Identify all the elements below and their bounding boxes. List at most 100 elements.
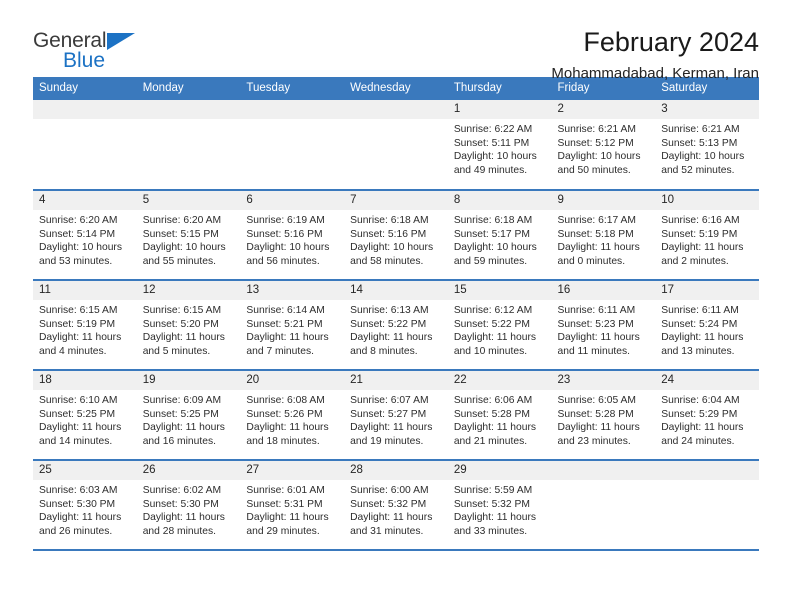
daylight-hours-text: Daylight: 10 hours (350, 242, 434, 254)
daylight-hours-text: Daylight: 11 hours (557, 242, 640, 254)
calendar-day-cell[interactable]: 23 Sunrise: 6:05 AM Sunset: 5:28 PM Dayligh… (551, 370, 656, 461)
sunset-text: Sunset: 5:30 PM (142, 498, 219, 510)
calendar-day-cell[interactable]: 16 Sunrise: 6:11 AM Sunset: 5:23 PM Dayligh… (551, 280, 656, 371)
calendar-day-cell[interactable]: 9 Sunrise: 6:17 AM Sunset: 5:18 PM Daylight… (551, 190, 656, 281)
daylight-hours-text: Daylight: 11 hours (557, 422, 640, 434)
day-number: 12 (136, 281, 241, 300)
day-details (344, 119, 448, 187)
daylight-minutes-text: and 2 minutes. (661, 255, 729, 267)
calendar-day-cell[interactable]: 29 Sunrise: 5:59 AM Sunset: 5:32 PM Dayligh… (447, 460, 552, 551)
daylight-minutes-text: and 50 minutes. (557, 164, 631, 176)
calendar-day-cell[interactable]: 10 Sunrise: 6:16 AM Sunset: 5:19 PM Dayligh… (655, 190, 759, 281)
daylight-minutes-text: and 55 minutes. (142, 255, 216, 267)
sunset-text: Sunset: 5:11 PM (453, 137, 530, 149)
sunrise-text: Sunrise: 6:16 AM (661, 215, 740, 226)
calendar-day-cell[interactable]: 1 Sunrise: 6:22 AM Sunset: 5:11 PM Daylight… (447, 100, 552, 191)
day-details: Sunrise: 6:01 AM Sunset: 5:31 PM Daylight:… (240, 480, 345, 539)
logo-general-label: General (33, 29, 107, 52)
sunrise-text: Sunrise: 6:21 AM (661, 124, 740, 135)
sunrise-text: Sunrise: 6:13 AM (350, 305, 429, 316)
calendar-day-cell[interactable]: 19 Sunrise: 6:09 AM Sunset: 5:25 PM Dayligh… (136, 370, 241, 461)
sunset-text: Sunset: 5:22 PM (350, 318, 427, 330)
sunset-text: Sunset: 5:17 PM (453, 228, 530, 240)
daylight-hours-text: Daylight: 11 hours (453, 512, 537, 524)
sunset-text: Sunset: 5:13 PM (661, 137, 738, 149)
calendar-day-cell[interactable]: 3 Sunrise: 6:21 AM Sunset: 5:13 PM Daylight… (655, 100, 759, 191)
calendar-day-cell[interactable]: 14 Sunrise: 6:13 AM Sunset: 5:22 PM Dayligh… (344, 280, 448, 371)
calendar-cell-empty (240, 100, 345, 191)
day-details: Sunrise: 6:20 AM Sunset: 5:15 PM Daylight:… (136, 210, 241, 269)
day-details: Sunrise: 6:15 AM Sunset: 5:19 PM Daylight:… (33, 300, 137, 359)
day-number: 13 (240, 281, 345, 300)
daylight-minutes-text: and 11 minutes. (557, 345, 631, 357)
calendar-day-cell[interactable]: 28 Sunrise: 6:00 AM Sunset: 5:32 PM Dayligh… (344, 460, 448, 551)
day-number: 4 (33, 191, 137, 210)
calendar-day-cell[interactable]: 25 Sunrise: 6:03 AM Sunset: 5:30 PM Dayligh… (33, 460, 137, 551)
sunrise-text: Sunrise: 6:20 AM (39, 215, 118, 226)
calendar-day-cell[interactable]: 26 Sunrise: 6:02 AM Sunset: 5:30 PM Dayligh… (136, 460, 241, 551)
sunrise-text: Sunrise: 6:03 AM (39, 485, 118, 496)
daylight-hours-text: Daylight: 11 hours (142, 422, 225, 434)
daylight-minutes-text: and 21 minutes. (453, 435, 528, 447)
calendar-day-cell[interactable]: 27 Sunrise: 6:01 AM Sunset: 5:31 PM Dayligh… (240, 460, 345, 551)
calendar-day-cell[interactable]: 12 Sunrise: 6:15 AM Sunset: 5:20 PM Dayligh… (136, 280, 241, 371)
day-details: Sunrise: 6:15 AM Sunset: 5:20 PM Daylight:… (136, 300, 241, 359)
daylight-hours-text: Daylight: 10 hours (557, 151, 641, 163)
weekday-header-wednesday: Wednesday (344, 77, 448, 100)
calendar-day-cell[interactable]: 11 Sunrise: 6:15 AM Sunset: 5:19 PM Dayligh… (33, 280, 137, 371)
sunrise-text: Sunrise: 6:07 AM (350, 395, 429, 406)
daylight-hours-text: Daylight: 11 hours (246, 332, 329, 344)
sunrise-text: Sunrise: 6:05 AM (557, 395, 636, 406)
day-details: Sunrise: 6:19 AM Sunset: 5:16 PM Daylight:… (240, 210, 345, 269)
calendar-day-cell[interactable]: 5 Sunrise: 6:20 AM Sunset: 5:15 PM Daylight… (136, 190, 241, 281)
day-number: 18 (33, 371, 137, 390)
day-number: 29 (447, 461, 552, 480)
daylight-hours-text: Daylight: 11 hours (661, 422, 744, 434)
sunrise-text: Sunrise: 6:17 AM (557, 215, 636, 226)
sunrise-text: Sunrise: 6:15 AM (142, 305, 222, 316)
calendar-day-cell[interactable]: 6 Sunrise: 6:19 AM Sunset: 5:16 PM Daylight… (240, 190, 345, 281)
day-number: 14 (344, 281, 448, 300)
day-number (240, 100, 345, 119)
daylight-minutes-text: and 14 minutes. (39, 435, 113, 447)
calendar-day-cell[interactable]: 17 Sunrise: 6:11 AM Sunset: 5:24 PM Dayligh… (655, 280, 759, 371)
day-number (136, 100, 241, 119)
daylight-minutes-text: and 53 minutes. (39, 255, 113, 267)
calendar-day-cell[interactable]: 21 Sunrise: 6:07 AM Sunset: 5:27 PM Dayligh… (344, 370, 448, 461)
calendar-day-cell[interactable]: 7 Sunrise: 6:18 AM Sunset: 5:16 PM Daylight… (344, 190, 448, 281)
daylight-minutes-text: and 59 minutes. (453, 255, 528, 267)
sunrise-text: Sunrise: 6:18 AM (350, 215, 429, 226)
daylight-minutes-text: and 10 minutes. (453, 345, 528, 357)
daylight-minutes-text: and 49 minutes. (453, 164, 528, 176)
sunrise-text: Sunrise: 6:04 AM (661, 395, 740, 406)
day-number: 20 (240, 371, 345, 390)
sunset-text: Sunset: 5:21 PM (246, 318, 323, 330)
day-number: 3 (655, 100, 759, 119)
day-details: Sunrise: 6:03 AM Sunset: 5:30 PM Daylight:… (33, 480, 137, 539)
daylight-minutes-text: and 8 minutes. (350, 345, 418, 357)
daylight-hours-text: Daylight: 10 hours (453, 242, 537, 254)
calendar-day-cell[interactable]: 20 Sunrise: 6:08 AM Sunset: 5:26 PM Dayligh… (240, 370, 345, 461)
calendar-day-cell[interactable]: 2 Sunrise: 6:21 AM Sunset: 5:12 PM Daylight… (551, 100, 656, 191)
calendar-day-cell[interactable]: 4 Sunrise: 6:20 AM Sunset: 5:14 PM Daylight… (33, 190, 137, 281)
calendar-day-cell[interactable]: 22 Sunrise: 6:06 AM Sunset: 5:28 PM Dayligh… (447, 370, 552, 461)
daylight-minutes-text: and 26 minutes. (39, 525, 113, 537)
daylight-hours-text: Daylight: 11 hours (350, 422, 433, 434)
calendar-day-cell[interactable]: 8 Sunrise: 6:18 AM Sunset: 5:17 PM Daylight… (447, 190, 552, 281)
sunset-text: Sunset: 5:25 PM (39, 408, 116, 420)
day-details (551, 480, 656, 548)
daylight-hours-text: Daylight: 11 hours (142, 512, 225, 524)
daylight-minutes-text: and 31 minutes. (350, 525, 424, 537)
day-details: Sunrise: 6:10 AM Sunset: 5:25 PM Daylight:… (33, 390, 137, 449)
day-number: 10 (655, 191, 759, 210)
day-number (551, 461, 656, 480)
calendar-day-cell[interactable]: 15 Sunrise: 6:12 AM Sunset: 5:22 PM Dayligh… (447, 280, 552, 371)
day-number: 5 (136, 191, 241, 210)
daylight-hours-text: Daylight: 10 hours (661, 151, 745, 163)
calendar-day-cell[interactable]: 18 Sunrise: 6:10 AM Sunset: 5:25 PM Dayligh… (33, 370, 137, 461)
daylight-minutes-text: and 29 minutes. (246, 525, 320, 537)
sunrise-text: Sunrise: 5:59 AM (453, 485, 533, 496)
sunrise-text: Sunrise: 6:01 AM (246, 485, 325, 496)
calendar-day-cell[interactable]: 24 Sunrise: 6:04 AM Sunset: 5:29 PM Dayligh… (655, 370, 759, 461)
calendar-day-cell[interactable]: 13 Sunrise: 6:14 AM Sunset: 5:21 PM Dayligh… (240, 280, 345, 371)
